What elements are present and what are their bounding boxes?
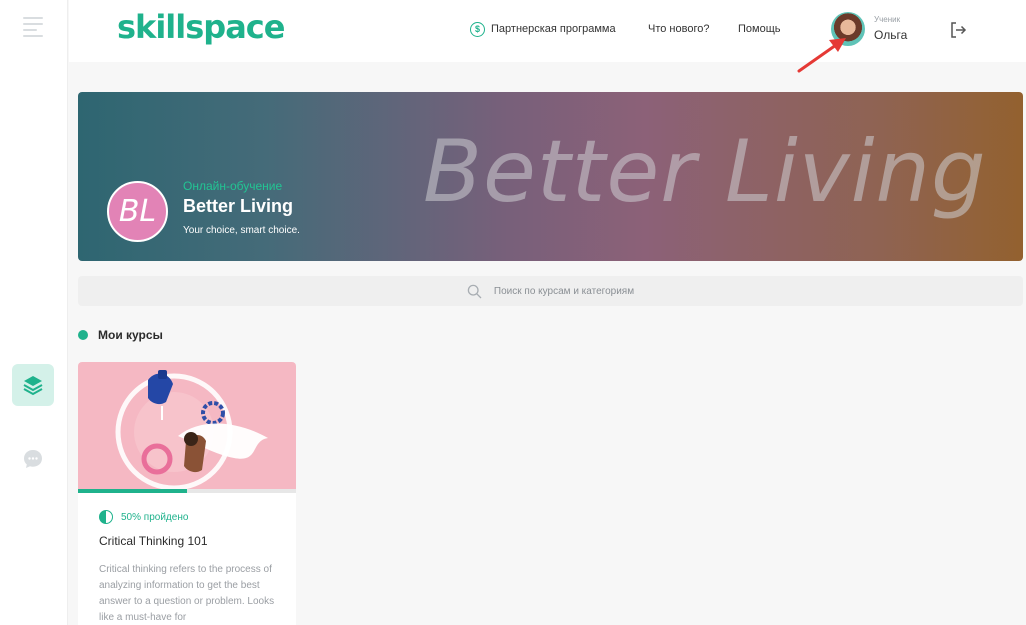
course-card[interactable]: 50% пройдено Critical Thinking 101 Criti… (78, 362, 296, 625)
courses-stack-icon (23, 376, 43, 396)
school-name: Better Living (183, 196, 294, 216)
course-progress-label: 50% пройдено (121, 511, 189, 523)
course-illustration (115, 370, 268, 491)
whats-new-label: Что нового? (648, 23, 710, 35)
sidebar-item-courses[interactable] (12, 364, 54, 406)
chat-icon (24, 450, 42, 468)
search-input[interactable]: Поиск по курсам и категориям (78, 276, 1023, 306)
sidebar (0, 0, 68, 625)
banner-cover-text: Better Living (423, 122, 987, 222)
header: skillspace $ Партнерская программа Что н… (69, 0, 1026, 62)
course-progress-fill (78, 489, 187, 493)
logout-icon[interactable] (948, 20, 968, 40)
school-tagline: Your choice, smart choice. (183, 225, 300, 236)
course-title[interactable]: Critical Thinking 101 (99, 534, 208, 548)
hamburger-icon[interactable] (23, 17, 43, 37)
course-progress-status: 50% пройдено (99, 510, 188, 524)
sidebar-item-chat[interactable] (22, 448, 44, 470)
my-courses-heading: Мои курсы (78, 328, 163, 342)
search-placeholder: Поиск по курсам и категориям (493, 285, 635, 297)
user-role: Ученик (874, 15, 901, 24)
help-label: Помощь (738, 23, 781, 35)
course-progress-bar (78, 489, 296, 493)
school-logo: BL (107, 181, 168, 242)
section-dot-icon (78, 330, 88, 340)
course-description: Critical thinking refers to the process … (99, 564, 275, 623)
user-name[interactable]: Ольга (874, 28, 907, 42)
partner-program-link[interactable]: $ Партнерская программа (470, 20, 616, 38)
section-title: Мои курсы (98, 328, 163, 342)
school-banner: Better Living BL Онлайн-обучение Better … (78, 92, 1023, 261)
search-icon (467, 284, 482, 298)
progress-pie-icon (99, 510, 113, 524)
course-cover-image (78, 362, 296, 493)
help-link[interactable]: Помощь (738, 20, 781, 38)
app-logo[interactable]: skillspace (117, 8, 285, 46)
partner-program-label: Партнерская программа (491, 23, 616, 35)
dollar-icon: $ (470, 21, 485, 37)
school-type: Онлайн-обучение (183, 179, 283, 193)
whats-new-link[interactable]: Что нового? (648, 20, 709, 38)
annotation-arrow-icon (797, 38, 846, 73)
